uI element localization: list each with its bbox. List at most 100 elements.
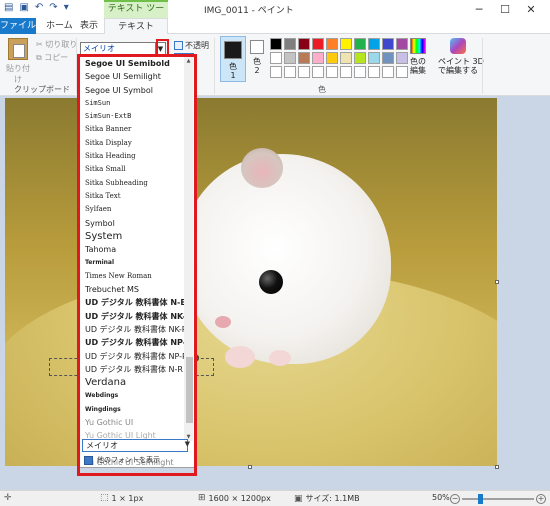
palette-color-swatch[interactable] xyxy=(382,66,394,78)
paint3d-icon xyxy=(450,38,466,54)
tab-text[interactable]: テキスト xyxy=(104,18,168,35)
font-list-item[interactable]: UD デジタル 教科書体 NP-B xyxy=(82,336,184,349)
font-list-item[interactable]: System xyxy=(82,230,184,243)
palette-color-swatch[interactable] xyxy=(382,38,394,50)
font-list-item[interactable]: Segoe UI Symbol xyxy=(82,84,184,97)
palette-color-swatch[interactable] xyxy=(340,66,352,78)
palette-color-swatch[interactable] xyxy=(270,38,282,50)
color1-button[interactable]: 色 1 xyxy=(220,36,246,82)
font-list-item[interactable]: Sylfaen xyxy=(82,203,184,216)
chevron-down-icon[interactable]: ▼ xyxy=(185,440,190,448)
font-list-item[interactable]: Sitka Banner xyxy=(82,123,184,136)
font-list-item[interactable]: UD デジタル 教科書体 N-R xyxy=(82,363,184,376)
customize-qat-icon[interactable]: ▾ xyxy=(64,2,69,13)
palette-color-swatch[interactable] xyxy=(368,38,380,50)
font-list-item[interactable]: UD デジタル 教科書体 NK-R xyxy=(82,323,184,336)
font-list-item[interactable]: Yu Gothic UI xyxy=(82,416,184,429)
font-list-item[interactable]: UD デジタル 教科書体 NK-B xyxy=(82,310,184,323)
tab-file[interactable]: ファイル xyxy=(0,18,36,34)
palette-color-swatch[interactable] xyxy=(340,38,352,50)
palette-color-swatch[interactable] xyxy=(354,66,366,78)
palette-color-swatch[interactable] xyxy=(270,66,282,78)
photo-hamster-paw xyxy=(225,346,255,368)
disk-icon: ▣ xyxy=(294,493,303,504)
palette-color-swatch[interactable] xyxy=(284,38,296,50)
edit-with-paint3d-button[interactable]: ペイント 3D で編集する xyxy=(438,38,484,75)
undo-icon[interactable]: ↶ xyxy=(35,2,43,13)
palette-color-swatch[interactable] xyxy=(298,38,310,50)
canvas-resize-handle[interactable] xyxy=(495,465,499,469)
image-size: 1600 × 1200px xyxy=(208,493,271,503)
maximize-button[interactable]: ☐ xyxy=(492,0,518,18)
font-settings-icon xyxy=(84,455,93,465)
palette-color-swatch[interactable] xyxy=(312,38,324,50)
font-list-item[interactable]: Sitka Text xyxy=(82,190,184,203)
palette-color-swatch[interactable] xyxy=(340,52,352,64)
font-name-input[interactable]: メイリオ xyxy=(82,439,188,452)
font-list-item[interactable]: Verdana xyxy=(82,376,184,389)
font-list-item[interactable]: Wingdings xyxy=(82,403,184,416)
paint-app-icon[interactable]: ▤ xyxy=(4,2,13,13)
palette-color-swatch[interactable] xyxy=(326,66,338,78)
color1-swatch xyxy=(224,41,242,59)
palette-color-swatch[interactable] xyxy=(354,38,366,50)
tab-view[interactable]: 表示 xyxy=(72,18,106,34)
palette-color-swatch[interactable] xyxy=(354,52,366,64)
palette-color-swatch[interactable] xyxy=(312,52,324,64)
font-list-item[interactable]: Segoe UI Semilight xyxy=(82,70,184,83)
palette-color-swatch[interactable] xyxy=(326,52,338,64)
font-list-item[interactable]: Symbol xyxy=(82,217,184,230)
palette-color-swatch[interactable] xyxy=(298,52,310,64)
font-list-item[interactable]: Sitka Display xyxy=(82,137,184,150)
scroll-up-icon[interactable]: ▲ xyxy=(184,57,193,65)
zoom-slider[interactable] xyxy=(462,498,534,500)
font-family-select[interactable]: メイリオ xyxy=(80,42,166,56)
scrollbar-thumb[interactable] xyxy=(186,357,193,423)
font-list-item[interactable]: Sitka Small xyxy=(82,163,184,176)
font-list-item[interactable]: Trebuchet MS xyxy=(82,283,184,296)
font-list-item[interactable]: Segoe UI Semibold xyxy=(82,57,184,70)
palette-color-swatch[interactable] xyxy=(312,66,324,78)
redo-icon[interactable]: ↷ xyxy=(49,2,57,13)
palette-color-swatch[interactable] xyxy=(284,66,296,78)
font-list-item[interactable]: Webdings xyxy=(82,389,184,402)
minimize-button[interactable]: ─ xyxy=(466,0,492,18)
clipboard-group-label: クリップボード xyxy=(14,85,70,94)
save-icon[interactable]: ▣ xyxy=(19,2,28,13)
font-list-item[interactable]: Terminal xyxy=(82,256,184,269)
opaque-button[interactable]: 不透明 xyxy=(174,40,209,51)
font-list-item[interactable]: Sitka Subheading xyxy=(82,177,184,190)
zoom-out-button[interactable]: − xyxy=(450,494,460,504)
palette-color-swatch[interactable] xyxy=(326,38,338,50)
font-list-item[interactable]: UD デジタル 教科書体 NP-R xyxy=(82,350,184,363)
font-list-item[interactable]: UD デジタル 教科書体 N-B xyxy=(82,296,184,309)
cut-label: 切り取り xyxy=(45,40,78,49)
palette-color-swatch[interactable] xyxy=(284,52,296,64)
canvas-resize-handle[interactable] xyxy=(495,280,499,284)
font-list-item[interactable]: Sitka Heading xyxy=(82,150,184,163)
canvas-resize-handle[interactable] xyxy=(248,465,252,469)
zoom-slider-thumb[interactable] xyxy=(478,494,483,504)
palette-color-swatch[interactable] xyxy=(368,66,380,78)
font-list-item[interactable]: Times New Roman xyxy=(82,270,184,283)
ribbon-tabs: ファイル ホーム 表示 テキスト xyxy=(0,18,550,35)
palette-color-swatch[interactable] xyxy=(270,52,282,64)
zoom-in-button[interactable]: + xyxy=(536,494,546,504)
palette-color-swatch[interactable] xyxy=(382,52,394,64)
resize-grip-icon[interactable]: ⋯ xyxy=(130,464,136,471)
paste-button[interactable]: 貼り付け xyxy=(4,38,32,85)
color2-button[interactable]: 色 2 xyxy=(248,36,266,75)
image-size-icon: ⊞ xyxy=(198,493,206,503)
opaque-label: 不透明 xyxy=(185,41,209,50)
palette-color-swatch[interactable] xyxy=(298,66,310,78)
close-button[interactable]: ✕ xyxy=(518,0,544,18)
edit-colors-button[interactable]: 色の 編集 xyxy=(406,38,430,75)
window-title: IMG_0011 - ペイント xyxy=(204,6,294,16)
font-list-item[interactable]: SimSun xyxy=(82,97,184,110)
font-list-item[interactable]: SimSun-ExtB xyxy=(82,110,184,123)
cut-button[interactable]: ✂ 切り取り xyxy=(36,38,77,51)
copy-button[interactable]: ⧉ コピー xyxy=(36,51,77,64)
more-fonts-link[interactable]: 他のフォントを表示 xyxy=(84,455,160,465)
font-list-item[interactable]: Tahoma xyxy=(82,243,184,256)
palette-color-swatch[interactable] xyxy=(368,52,380,64)
